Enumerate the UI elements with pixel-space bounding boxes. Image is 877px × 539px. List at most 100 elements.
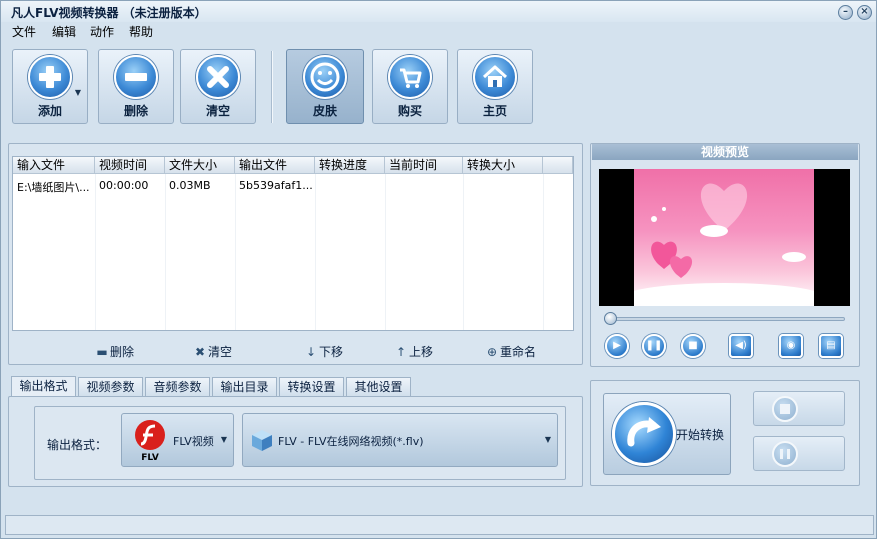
stop-icon — [772, 396, 798, 422]
col-current-time[interactable]: 当前时间 — [385, 157, 463, 174]
col-video-time[interactable]: 视频时间 — [95, 157, 165, 174]
cell-input-file: E:\墙纸图片\... — [17, 181, 90, 194]
file-list[interactable]: 输入文件 视频时间 文件大小 输出文件 转换进度 当前时间 转换大小 E:\墙纸… — [12, 156, 574, 331]
buy-label: 购买 — [397, 104, 422, 118]
home-label: 主页 — [482, 104, 507, 118]
clear-label: 清空 — [205, 104, 230, 118]
preview-title: 视频预览 — [592, 144, 858, 160]
skin-label: 皮肤 — [312, 104, 337, 118]
crosshair-icon: ⊕ — [486, 345, 498, 359]
minus-icon: ▬ — [96, 345, 108, 359]
list-delete-label: 删除 — [110, 345, 135, 359]
video-preview — [599, 169, 850, 306]
play-button[interactable]: ▶ — [605, 334, 629, 358]
flash-icon: FLV — [133, 419, 167, 463]
home-icon — [473, 55, 517, 99]
toolbar-divider — [271, 51, 273, 123]
pause-icon — [772, 441, 798, 467]
pause-button[interactable]: ❚❚ — [642, 334, 666, 358]
col-progress[interactable]: 转换进度 — [315, 157, 385, 174]
skin-button[interactable]: 皮肤 — [286, 49, 364, 124]
play-icon: ▶ — [613, 340, 621, 351]
profile-select-value: FLV - FLV在线网络视频(*.flv) — [278, 435, 424, 448]
stop-button[interactable]: ■ — [681, 334, 705, 358]
format-select-value: FLV视频 — [173, 435, 214, 448]
col-filler — [543, 157, 573, 174]
format-select[interactable]: FLV FLV视频 ▼ — [121, 413, 234, 467]
x-icon: ✖ — [194, 345, 206, 359]
column-divider — [463, 174, 464, 330]
close-button[interactable]: × — [857, 5, 872, 20]
col-output-file[interactable]: 输出文件 — [235, 157, 315, 174]
minus-icon — [114, 55, 158, 99]
speaker-icon: ◀) — [735, 340, 747, 351]
column-divider — [543, 174, 544, 330]
open-folder-button[interactable]: ▤ — [819, 334, 843, 358]
x-icon — [196, 55, 240, 99]
pause-convert-button[interactable] — [753, 436, 845, 471]
col-input-file[interactable]: 输入文件 — [13, 157, 95, 174]
profile-select[interactable]: FLV - FLV在线网络视频(*.flv) ▼ — [242, 413, 558, 467]
cell-output-file: 5b539afaf1... — [239, 179, 313, 192]
stop-convert-button[interactable] — [753, 391, 845, 426]
menu-bar: 文件 编辑 动作 帮助 — [1, 21, 876, 41]
home-button[interactable]: 主页 — [457, 49, 533, 124]
snapshot-button[interactable]: ◉ — [779, 334, 803, 358]
move-down-label: 下移 — [319, 345, 344, 359]
move-down-action[interactable]: ↓ 下移 — [305, 343, 343, 360]
status-bar — [5, 515, 874, 535]
title-bar: 凡人FLV视频转换器 （未注册版本） – × — [1, 1, 876, 22]
column-divider — [385, 174, 386, 330]
rename-action[interactable]: ⊕ 重命名 — [486, 343, 536, 360]
volume-button[interactable]: ◀) — [729, 334, 753, 358]
tab-audio-params[interactable]: 音频参数 — [145, 377, 210, 396]
cart-icon — [388, 55, 432, 99]
minimize-button[interactable]: – — [838, 5, 853, 20]
preview-image — [624, 169, 824, 306]
move-up-action[interactable]: ↑ 上移 — [395, 343, 433, 360]
list-delete-action[interactable]: ▬ 删除 — [96, 343, 134, 360]
tab-other-settings[interactable]: 其他设置 — [346, 377, 411, 396]
output-format-label: 输出格式： — [47, 438, 108, 452]
col-converted-size[interactable]: 转换大小 — [463, 157, 543, 174]
menu-edit[interactable]: 编辑 — [52, 23, 76, 40]
chevron-down-icon: ▼ — [544, 435, 551, 444]
menu-action[interactable]: 动作 — [90, 23, 114, 40]
seek-handle[interactable] — [604, 312, 617, 325]
add-label: 添加 — [37, 104, 62, 118]
tab-video-params[interactable]: 视频参数 — [78, 377, 143, 396]
column-divider — [95, 174, 96, 330]
folder-icon: ▤ — [826, 340, 836, 351]
add-button[interactable]: ▼ 添加 — [12, 49, 88, 124]
smiley-icon — [303, 55, 347, 99]
flv-badge: FLV — [141, 453, 159, 463]
menu-file[interactable]: 文件 — [12, 23, 36, 40]
clear-button[interactable]: 清空 — [180, 49, 256, 124]
menu-help[interactable]: 帮助 — [129, 23, 153, 40]
column-divider — [315, 174, 316, 330]
toolbar: ▼ 添加 删除 清空 皮肤 购买 主页 — [1, 45, 876, 129]
tab-output-format[interactable]: 输出格式 — [11, 376, 76, 397]
tab-convert-settings[interactable]: 转换设置 — [279, 377, 344, 396]
buy-button[interactable]: 购买 — [372, 49, 448, 124]
chevron-down-icon[interactable]: ▼ — [75, 88, 81, 97]
column-divider — [235, 174, 236, 330]
app-window: 凡人FLV视频转换器 （未注册版本） – × 文件 编辑 动作 帮助 ▼ 添加 … — [0, 0, 877, 539]
start-convert-button[interactable]: 开始转换 — [603, 393, 731, 475]
col-file-size[interactable]: 文件大小 — [165, 157, 235, 174]
seek-bar[interactable] — [605, 317, 845, 321]
rename-label: 重命名 — [500, 345, 537, 359]
cell-video-time: 00:00:00 — [99, 179, 149, 192]
add-icon — [28, 55, 72, 99]
delete-label: 删除 — [123, 104, 148, 118]
arrow-up-icon: ↑ — [395, 345, 407, 359]
box-icon — [248, 426, 276, 454]
chevron-down-icon: ▼ — [220, 435, 227, 444]
delete-button[interactable]: 删除 — [98, 49, 174, 124]
cell-file-size: 0.03MB — [169, 179, 211, 192]
list-clear-label: 清空 — [208, 345, 233, 359]
list-clear-action[interactable]: ✖ 清空 — [194, 343, 232, 360]
tab-output-dir[interactable]: 输出目录 — [212, 377, 277, 396]
move-up-label: 上移 — [409, 345, 434, 359]
start-convert-label: 开始转换 — [676, 428, 725, 442]
